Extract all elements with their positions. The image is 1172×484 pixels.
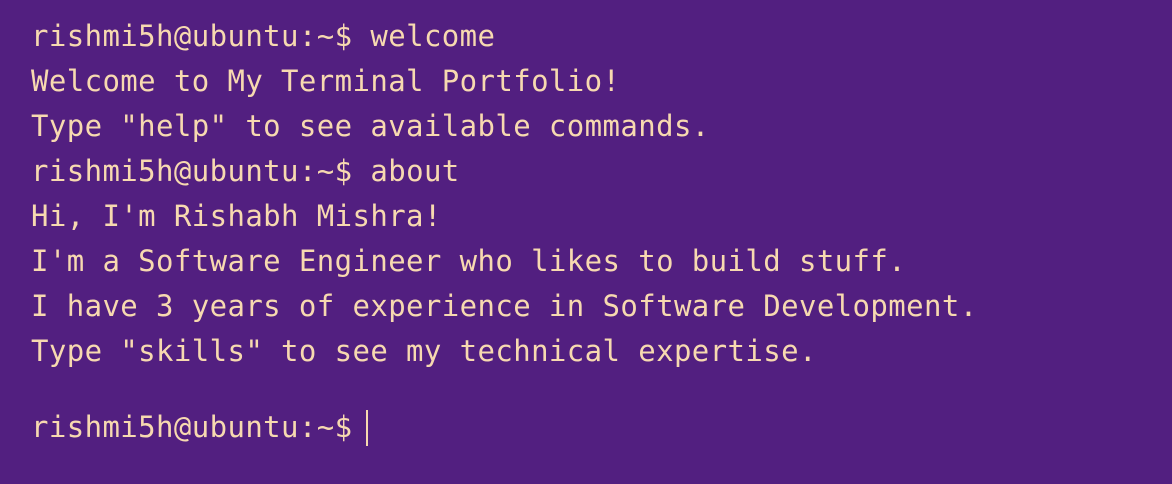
- output-line: Welcome to My Terminal Portfolio!: [31, 64, 621, 98]
- output-line: I have 3 years of experience in Software…: [31, 289, 978, 323]
- prompt: rishmi5h@ubuntu:~$: [31, 19, 353, 53]
- command-line: rishmi5h@ubuntu:~$ welcome: [31, 14, 1172, 59]
- command-line: rishmi5h@ubuntu:~$ about: [31, 149, 1172, 194]
- output-line: Hi, I'm Rishabh Mishra!: [31, 199, 442, 233]
- text-cursor: [366, 409, 369, 446]
- prompt: rishmi5h@ubuntu:~$: [31, 154, 353, 188]
- output-line: I'm a Software Engineer who likes to bui…: [31, 244, 907, 278]
- output-line: Type "help" to see available commands.: [31, 109, 710, 143]
- active-command-line[interactable]: rishmi5h@ubuntu:~$: [31, 405, 1172, 450]
- prompt: rishmi5h@ubuntu:~$: [31, 410, 353, 444]
- output-line: Type "skills" to see my technical expert…: [31, 334, 817, 368]
- terminal-window[interactable]: rishmi5h@ubuntu:~$ welcome Welcome to My…: [0, 0, 1172, 484]
- command-text: about: [370, 154, 460, 188]
- command-text: welcome: [370, 19, 496, 53]
